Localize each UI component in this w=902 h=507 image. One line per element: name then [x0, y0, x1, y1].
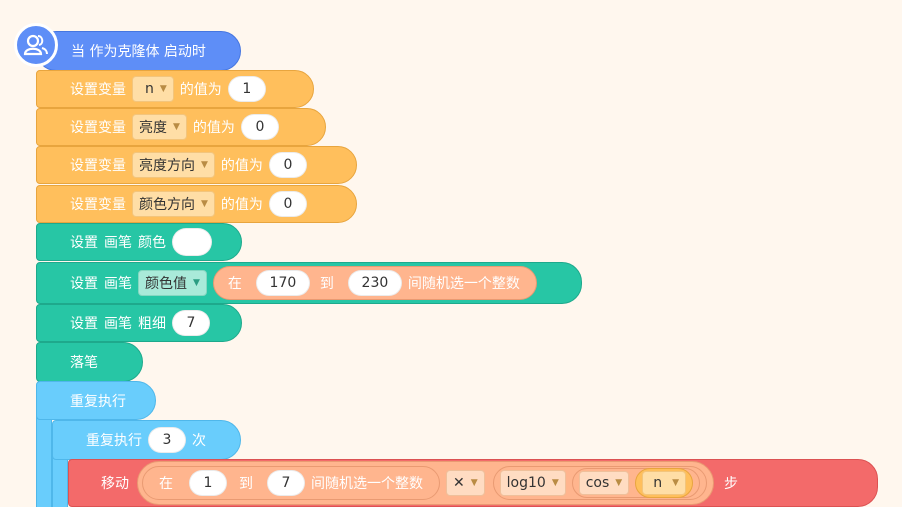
set-label: 设置: [70, 316, 98, 332]
value-to-label: 的值为: [220, 158, 263, 174]
chevron-down-icon: ▼: [201, 160, 208, 170]
value-input[interactable]: 0: [268, 191, 307, 217]
pen-label: 画笔: [104, 276, 132, 292]
color-swatch[interactable]: [172, 228, 212, 256]
size-label: 粗细: [138, 316, 166, 332]
move-steps-block[interactable]: 移动 在 1 到 7 间随机选一个整数 ✕ ▼ log10 ▼ cos ▼ n …: [68, 459, 878, 507]
forever-label: 重复执行: [70, 393, 126, 410]
chevron-down-icon: ▼: [470, 478, 478, 488]
variable-dropdown[interactable]: 亮度 ▼: [132, 114, 187, 140]
trig-function-reporter[interactable]: cos ▼ n ▼: [571, 468, 701, 498]
pen-down-block[interactable]: 落笔: [36, 342, 143, 382]
times-label: 次: [192, 433, 206, 449]
variable-name: 亮度方向: [139, 158, 195, 174]
random-to-label: 到: [319, 276, 334, 292]
set-label: 设置: [70, 235, 98, 251]
random-suffix-label: 间随机选一个整数: [311, 476, 423, 492]
repeat-label: 重复执行: [86, 433, 142, 449]
color-label: 颜色: [138, 235, 166, 251]
forever-arm: [36, 410, 52, 507]
function-dropdown[interactable]: log10 ▼: [499, 470, 566, 496]
set-pen-size-block[interactable]: 设置 画笔 粗细 7: [36, 304, 242, 342]
random-integer-reporter[interactable]: 在 170 到 230 间随机选一个整数: [212, 266, 537, 300]
pen-param-name: 颜色值: [145, 276, 187, 292]
chevron-down-icon: ▼: [159, 84, 167, 94]
variable-dropdown[interactable]: n ▼: [642, 471, 687, 495]
forever-block[interactable]: 重复执行: [36, 381, 156, 420]
value-input[interactable]: 1: [227, 76, 266, 102]
random-min-input[interactable]: 170: [255, 270, 310, 296]
variable-dropdown[interactable]: 颜色方向 ▼: [132, 191, 215, 217]
pen-down-label: 落笔: [70, 355, 98, 371]
random-min-input[interactable]: 1: [189, 470, 227, 496]
when-start-as-clone-block[interactable]: 当 作为克隆体 启动时: [36, 31, 241, 71]
value-to-label: 的值为: [192, 120, 235, 136]
variable-name: n: [145, 81, 154, 97]
value-input[interactable]: 0: [268, 152, 307, 178]
function-name: log10: [506, 475, 546, 491]
trig-dropdown[interactable]: cos ▼: [578, 471, 630, 495]
random-from-label: 在: [227, 276, 242, 292]
variable-name: 亮度: [139, 120, 167, 136]
value-input[interactable]: 0: [240, 114, 279, 140]
trig-name: cos: [585, 475, 610, 491]
variable-reporter[interactable]: n ▼: [635, 468, 694, 498]
pen-label: 画笔: [104, 316, 132, 332]
set-variable-label: 设置变量: [70, 120, 126, 136]
chevron-down-icon: ▼: [672, 478, 680, 488]
random-max-input[interactable]: 7: [267, 470, 305, 496]
set-variable-brightness-block[interactable]: 设置变量 亮度 ▼ 的值为 0: [36, 108, 326, 146]
variable-dropdown[interactable]: 亮度方向 ▼: [132, 152, 215, 178]
set-pen-param-block[interactable]: 设置 画笔 颜色值 ▼ 在 170 到 230 间随机选一个整数: [36, 262, 582, 304]
pen-param-dropdown[interactable]: 颜色值 ▼: [138, 270, 207, 296]
set-pen-color-block[interactable]: 设置 画笔 颜色: [36, 223, 242, 261]
clone-user-icon: [14, 23, 58, 67]
chevron-down-icon: ▼: [193, 278, 200, 288]
repeat-times-input[interactable]: 3: [148, 427, 186, 453]
pen-size-input[interactable]: 7: [172, 310, 210, 336]
value-to-label: 的值为: [220, 197, 263, 213]
random-from-label: 在: [159, 476, 173, 492]
set-variable-label: 设置变量: [70, 197, 126, 213]
chevron-down-icon: ▼: [615, 478, 623, 488]
chevron-down-icon: ▼: [173, 122, 180, 132]
repeat-block[interactable]: 重复执行 3 次: [52, 420, 241, 460]
variable-dropdown[interactable]: n ▼: [132, 76, 174, 102]
operator-dropdown[interactable]: ✕ ▼: [446, 470, 485, 496]
set-label: 设置: [70, 276, 98, 292]
set-variable-brightness-direction-block[interactable]: 设置变量 亮度方向 ▼ 的值为 0: [36, 146, 357, 184]
set-variable-label: 设置变量: [70, 158, 126, 174]
set-variable-color-direction-block[interactable]: 设置变量 颜色方向 ▼ 的值为 0: [36, 185, 357, 223]
chevron-down-icon: ▼: [201, 199, 208, 209]
move-label: 移动: [101, 476, 129, 492]
value-to-label: 的值为: [179, 82, 222, 98]
set-variable-label: 设置变量: [70, 82, 126, 98]
random-to-label: 到: [239, 476, 253, 492]
multiply-reporter[interactable]: 在 1 到 7 间随机选一个整数 ✕ ▼ log10 ▼ cos ▼ n ▼: [137, 461, 715, 505]
random-integer-reporter[interactable]: 在 1 到 7 间随机选一个整数: [142, 466, 440, 500]
random-suffix-label: 间随机选一个整数: [407, 276, 520, 292]
variable-name: n: [653, 475, 663, 491]
hat-label: 当 作为克隆体 启动时: [71, 44, 206, 60]
pen-label: 画笔: [104, 235, 132, 251]
steps-label: 步: [724, 476, 739, 492]
math-function-reporter[interactable]: log10 ▼ cos ▼ n ▼: [492, 466, 708, 500]
multiply-icon: ✕: [453, 475, 465, 491]
chevron-down-icon: ▼: [551, 478, 559, 488]
variable-name: 颜色方向: [139, 197, 195, 213]
random-max-input[interactable]: 230: [347, 270, 402, 296]
set-variable-n-block[interactable]: 设置变量 n ▼ 的值为 1: [36, 70, 314, 108]
